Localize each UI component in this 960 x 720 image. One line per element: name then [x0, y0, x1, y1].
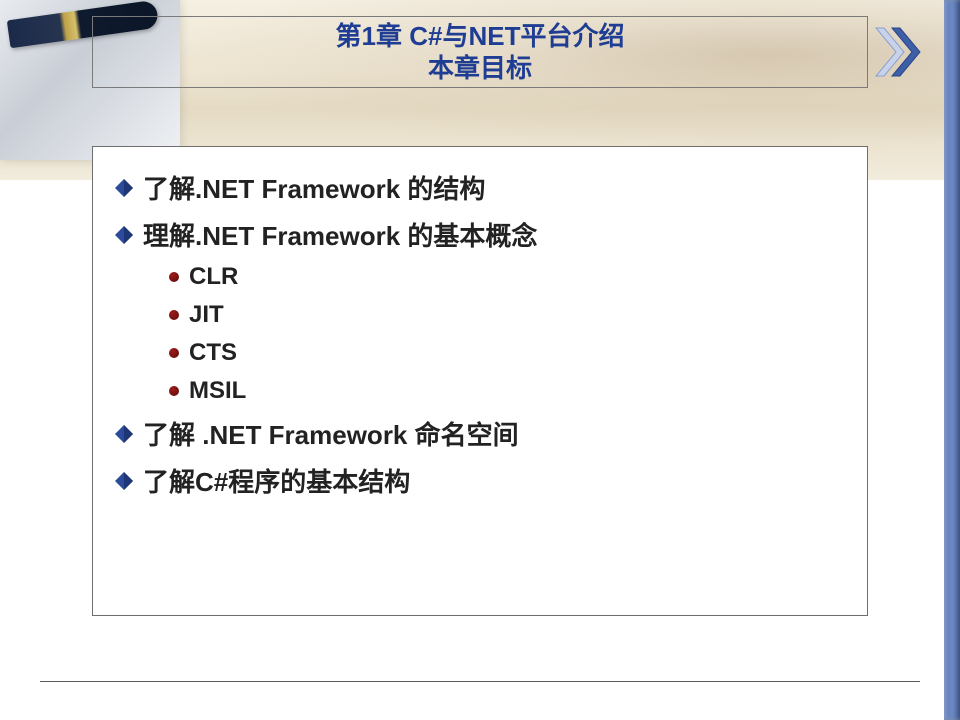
sub-bullet-row: CLR — [115, 263, 845, 291]
sub-bullet-text: CTS — [189, 339, 237, 367]
diamond-bullet-icon — [115, 425, 133, 443]
bullet-text: 理解.NET Framework 的基本概念 — [143, 216, 537, 253]
diamond-bullet-icon — [115, 179, 133, 197]
title-line-2: 本章目标 — [428, 52, 532, 85]
arrow-chevron-icon — [870, 22, 930, 82]
bullet-text: 了解C#程序的基本结构 — [143, 462, 410, 499]
bottom-divider — [40, 681, 920, 682]
bullet-row: 了解.NET Framework 的结构 — [115, 169, 845, 206]
circle-bullet-icon — [169, 310, 179, 320]
right-accent-bar — [944, 0, 960, 720]
diamond-bullet-icon — [115, 226, 133, 244]
bullet-text: 了解 .NET Framework 命名空间 — [143, 415, 519, 452]
sub-bullet-text: JIT — [189, 301, 224, 329]
sub-bullet-text: CLR — [189, 263, 238, 291]
sub-bullet-text: MSIL — [189, 377, 246, 405]
slide-title-box: 第1章 C#与NET平台介绍 本章目标 — [92, 16, 868, 88]
bullet-row: 了解 .NET Framework 命名空间 — [115, 415, 845, 452]
title-line-1: 第1章 C#与NET平台介绍 — [336, 20, 625, 53]
sub-bullet-row: CTS — [115, 339, 845, 367]
sub-bullet-row: JIT — [115, 301, 845, 329]
circle-bullet-icon — [169, 348, 179, 358]
bullet-row: 理解.NET Framework 的基本概念 — [115, 216, 845, 253]
content-box: 了解.NET Framework 的结构 理解.NET Framework 的基… — [92, 146, 868, 616]
diamond-bullet-icon — [115, 472, 133, 490]
bullet-text: 了解.NET Framework 的结构 — [143, 169, 485, 206]
circle-bullet-icon — [169, 386, 179, 396]
circle-bullet-icon — [169, 272, 179, 282]
sub-bullet-row: MSIL — [115, 377, 845, 405]
bullet-row: 了解C#程序的基本结构 — [115, 462, 845, 499]
